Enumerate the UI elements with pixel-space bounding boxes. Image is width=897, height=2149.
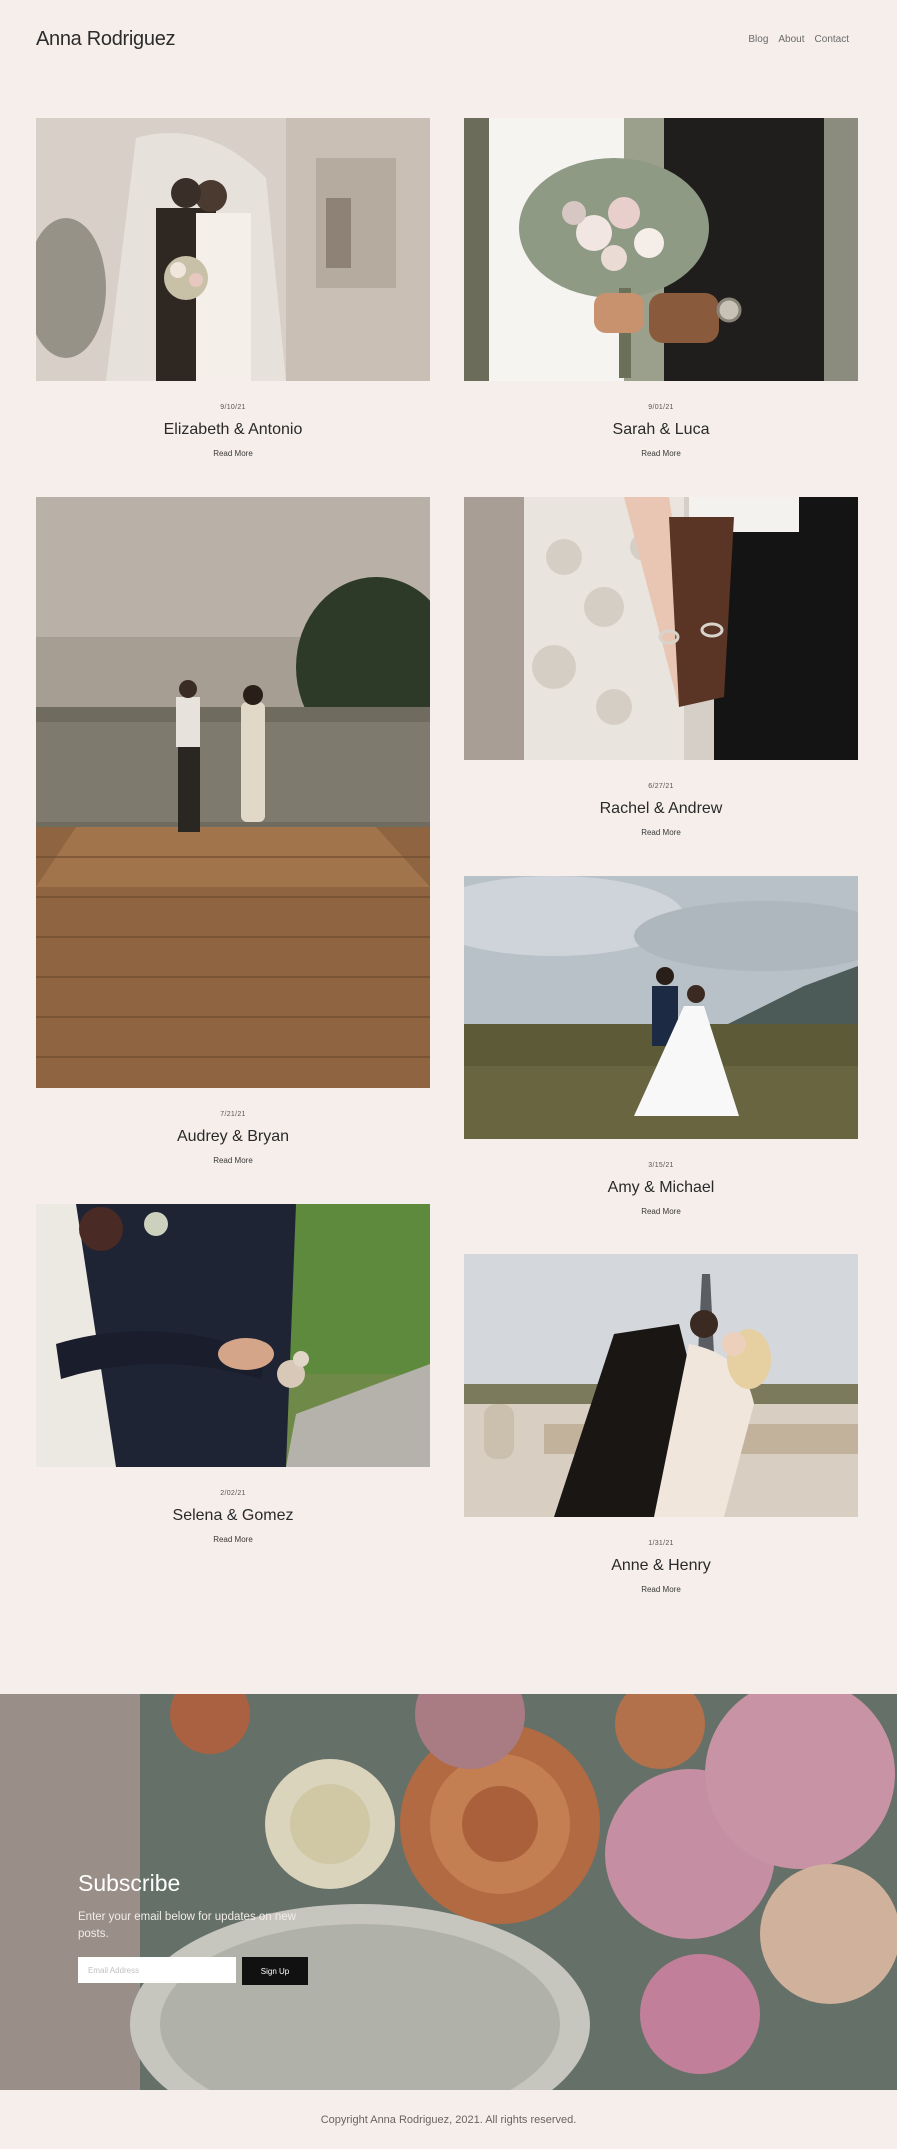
post-title[interactable]: Rachel & Andrew bbox=[464, 800, 858, 818]
read-more-link[interactable]: Read More bbox=[36, 1156, 430, 1165]
post-title[interactable]: Amy & Michael bbox=[464, 1179, 858, 1197]
main-nav: Blog About Contact bbox=[748, 34, 849, 45]
post-photo[interactable] bbox=[464, 876, 858, 1139]
post-photo[interactable] bbox=[36, 497, 430, 1088]
post-title[interactable]: Sarah & Luca bbox=[464, 421, 858, 439]
site-title[interactable]: Anna Rodriguez bbox=[36, 28, 176, 51]
post-date: 2/02/21 bbox=[220, 1490, 246, 1497]
read-more-link[interactable]: Read More bbox=[36, 449, 430, 458]
subscribe-description: Enter your email below for updates on ne… bbox=[78, 1911, 296, 1940]
post-card: 7/21/21 Audrey & Bryan Read More bbox=[36, 497, 430, 1165]
post-photo[interactable] bbox=[36, 1204, 430, 1467]
subscribe-form: Sign Up bbox=[78, 1957, 338, 1985]
post-title[interactable]: Selena & Gomez bbox=[36, 1507, 430, 1525]
post-card: 9/01/21 Sarah & Luca Read More bbox=[464, 118, 858, 458]
subscribe-heading: Subscribe bbox=[78, 1870, 181, 1896]
nav-link-contact[interactable]: Contact bbox=[815, 34, 849, 45]
read-more-link[interactable]: Read More bbox=[464, 828, 858, 837]
post-photo[interactable] bbox=[464, 497, 858, 760]
read-more-link[interactable]: Read More bbox=[36, 1535, 430, 1544]
read-more-link[interactable]: Read More bbox=[464, 449, 858, 458]
site-header: Anna Rodriguez Blog About Contact bbox=[0, 0, 897, 85]
post-date: 3/15/21 bbox=[648, 1162, 674, 1169]
email-input[interactable] bbox=[78, 1957, 236, 1983]
post-photo[interactable] bbox=[464, 1254, 858, 1517]
post-title[interactable]: Audrey & Bryan bbox=[36, 1128, 430, 1146]
sign-up-button[interactable]: Sign Up bbox=[242, 1957, 308, 1985]
post-date: 1/31/21 bbox=[648, 1540, 674, 1547]
read-more-link[interactable]: Read More bbox=[464, 1207, 858, 1216]
post-photo[interactable] bbox=[36, 118, 430, 381]
copyright-text: Copyright Anna Rodriguez, 2021. All righ… bbox=[320, 2114, 577, 2126]
post-card: 2/02/21 Selena & Gomez Read More bbox=[36, 1204, 430, 1544]
post-date: 6/27/21 bbox=[648, 783, 674, 790]
post-photo[interactable] bbox=[464, 118, 858, 381]
nav-link-about[interactable]: About bbox=[778, 34, 804, 45]
nav-link-blog[interactable]: Blog bbox=[748, 34, 768, 45]
read-more-link[interactable]: Read More bbox=[464, 1585, 858, 1594]
post-card: 9/10/21 Elizabeth & Antonio Read More bbox=[36, 118, 430, 458]
subscribe-content: Subscribe Enter your email below for upd… bbox=[78, 1870, 338, 1985]
post-card: 3/15/21 Amy & Michael Read More bbox=[464, 876, 858, 1216]
post-title[interactable]: Elizabeth & Antonio bbox=[36, 421, 430, 439]
post-card: 6/27/21 Rachel & Andrew Read More bbox=[464, 497, 858, 837]
post-date: 9/10/21 bbox=[220, 404, 246, 411]
post-title[interactable]: Anne & Henry bbox=[464, 1557, 858, 1575]
subscribe-section: Subscribe Enter your email below for upd… bbox=[0, 1694, 897, 2090]
post-date: 7/21/21 bbox=[220, 1111, 246, 1118]
site-footer: Copyright Anna Rodriguez, 2021. All righ… bbox=[0, 2090, 897, 2149]
post-date: 9/01/21 bbox=[648, 404, 674, 411]
post-card: 1/31/21 Anne & Henry Read More bbox=[464, 1254, 858, 1594]
